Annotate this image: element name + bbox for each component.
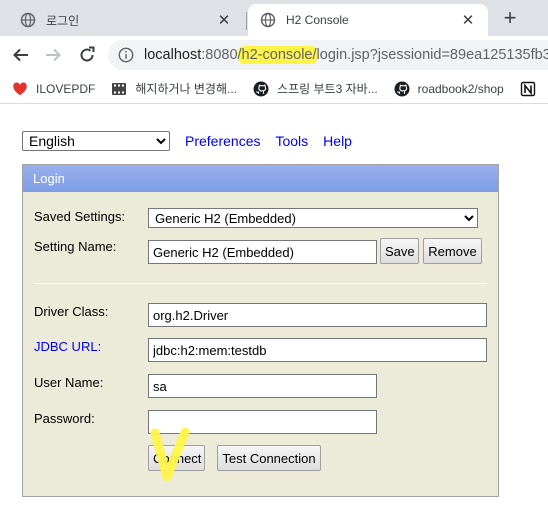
test-connection-button[interactable]: Test Connection — [217, 445, 321, 471]
jdbc-url-input[interactable] — [148, 338, 487, 362]
saved-settings-select[interactable]: Generic H2 (Embedded) — [148, 208, 478, 228]
password-input[interactable] — [148, 410, 377, 434]
tab-strip: 로그인 ✕ H2 Console ✕ + — [0, 0, 548, 36]
reload-icon — [80, 46, 95, 62]
back-button[interactable] — [10, 44, 32, 66]
bookmark-cancel-change[interactable]: 해지하거나 변경해... — [111, 80, 237, 97]
save-button[interactable]: Save — [380, 238, 419, 264]
bookmarks-bar: ILOVEPDF 해지하거나 변경해... 스프링 부트3 자바... road… — [0, 74, 548, 104]
tab-title: H2 Console — [286, 13, 349, 27]
jdbc-url-link[interactable]: JDBC URL: — [34, 339, 101, 354]
tab-login[interactable]: 로그인 ✕ — [8, 4, 244, 36]
browser-toolbar: localhost:8080/h2-console/login.jsp?jses… — [0, 36, 548, 74]
tab-title: 로그인 — [46, 13, 80, 28]
globe-icon — [260, 12, 276, 28]
arrow-left-icon — [13, 48, 28, 62]
url-host: localhost — [144, 47, 202, 63]
password-label: Password: — [34, 411, 95, 426]
forward-button[interactable] — [42, 44, 64, 66]
github-icon — [394, 81, 410, 97]
preferences-link[interactable]: Preferences — [185, 133, 260, 149]
bookmark-roadbook[interactable]: roadbook2/shop — [394, 81, 504, 97]
tools-link[interactable]: Tools — [275, 133, 308, 149]
tab-h2-console[interactable]: H2 Console ✕ — [248, 4, 488, 36]
close-icon[interactable]: ✕ — [458, 10, 478, 30]
heart-icon — [12, 81, 28, 97]
arrow-right-icon — [46, 48, 61, 62]
reload-button[interactable] — [76, 44, 98, 66]
login-panel: Login Saved Settings: Generic H2 (Embedd… — [22, 164, 499, 497]
setting-name-input[interactable] — [148, 240, 377, 264]
github-icon — [253, 81, 269, 97]
bookmark-notion[interactable] — [520, 81, 544, 97]
bookmark-label: 해지하거나 변경해... — [135, 82, 238, 96]
close-icon[interactable]: ✕ — [214, 10, 234, 30]
remove-button[interactable]: Remove — [423, 238, 482, 264]
saved-settings-label: Saved Settings: — [34, 209, 126, 224]
user-name-label: User Name: — [34, 375, 104, 390]
info-icon[interactable] — [118, 47, 134, 63]
section-divider — [34, 283, 487, 284]
bookmark-label: roadbook2/shop — [417, 81, 504, 96]
film-icon — [111, 81, 127, 97]
url-text: localhost:8080/h2-console/login.jsp?jses… — [144, 46, 548, 64]
bookmark-label: ILOVEPDF — [36, 81, 96, 96]
bookmark-spring-boot[interactable]: 스프링 부트3 자바... — [253, 80, 378, 97]
language-toolbar: English Preferences Tools Help — [22, 131, 352, 151]
tab-separator — [246, 12, 247, 30]
address-bar[interactable]: localhost:8080/h2-console/login.jsp?jses… — [108, 40, 548, 70]
user-name-input[interactable] — [148, 374, 377, 398]
url-rest: login.jsp?jsessionid=89ea125135fb32 — [316, 47, 548, 63]
connect-button[interactable]: Connect — [148, 445, 205, 471]
plus-icon: + — [503, 5, 517, 30]
login-header: Login — [23, 165, 498, 192]
new-tab-button[interactable]: + — [498, 6, 522, 30]
bookmark-label: 스프링 부트3 자바... — [277, 82, 378, 96]
driver-class-label: Driver Class: — [34, 304, 109, 319]
url-port: :8080 — [201, 47, 238, 63]
bookmark-ilovepdf[interactable]: ILOVEPDF — [12, 81, 95, 97]
notion-icon — [520, 81, 536, 97]
driver-class-input[interactable] — [148, 303, 487, 327]
setting-name-label: Setting Name: — [34, 239, 117, 254]
url-path-highlight: /h2-console/ — [237, 46, 317, 64]
help-link[interactable]: Help — [323, 133, 352, 149]
globe-icon — [20, 12, 36, 28]
language-select[interactable]: English — [22, 131, 170, 151]
